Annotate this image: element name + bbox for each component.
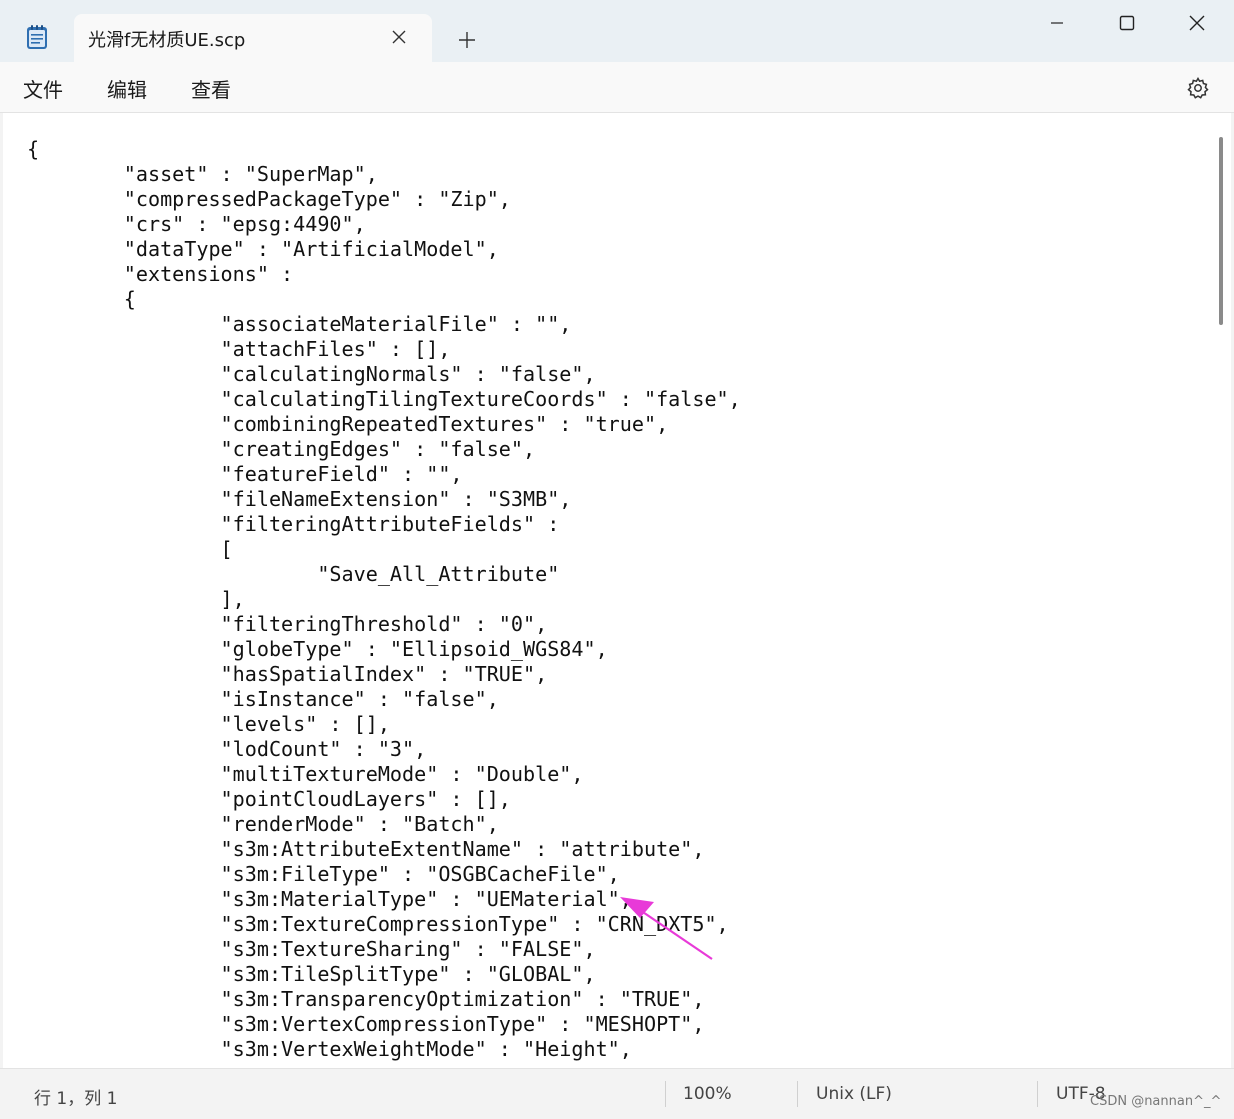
tab-file[interactable]: 光滑f无材质UE.scp: [74, 14, 432, 62]
code-line: "compressedPackageType" : "Zip",: [123, 187, 511, 211]
code-line: "Save_All_Attribute": [317, 562, 560, 586]
code-line: "fileNameExtension" : "S3MB",: [220, 487, 572, 511]
code-line: {: [123, 287, 136, 311]
title-bar: 光滑f无材质UE.scp: [0, 0, 1234, 62]
code-line: "s3m:AttributeExtentName" : "attribute",: [220, 837, 705, 861]
menu-view[interactable]: 查看: [191, 74, 231, 103]
code-line: "s3m:TextureCompressionType" : "CRN_DXT5…: [220, 912, 729, 936]
minimize-icon[interactable]: [1022, 0, 1092, 46]
window-close-icon[interactable]: [1162, 0, 1232, 46]
status-divider: [1037, 1081, 1038, 1107]
maximize-icon[interactable]: [1092, 0, 1162, 46]
code-line: "s3m:TextureSharing" : "FALSE",: [220, 937, 596, 961]
watermark: CSDN @nannan^_^: [1090, 1094, 1222, 1109]
line-ending: Unix (LF): [816, 1084, 892, 1104]
close-icon[interactable]: [386, 24, 412, 50]
code-line: "isInstance" : "false",: [220, 687, 499, 711]
zoom-level: 100%: [683, 1084, 732, 1104]
code-line: "s3m:FileType" : "OSGBCacheFile",: [220, 862, 620, 886]
text-editor[interactable]: { "asset" : "SuperMap", "compressedPacka…: [3, 113, 1231, 1068]
code-line: "associateMaterialFile" : "",: [220, 312, 572, 336]
code-line: "attachFiles" : [],: [220, 337, 451, 361]
code-line: "s3m:TransparencyOptimization" : "TRUE",: [220, 987, 705, 1011]
plus-icon[interactable]: [452, 26, 482, 54]
code-line: "renderMode" : "Batch",: [220, 812, 499, 836]
code-line: "calculatingTilingTextureCoords" : "fals…: [220, 387, 741, 411]
code-line: "lodCount" : "3",: [220, 737, 427, 761]
code-line: "asset" : "SuperMap",: [123, 162, 378, 186]
code-line: "calculatingNormals" : "false",: [220, 362, 596, 386]
code-line: "s3m:MaterialType" : "UEMaterial",: [220, 887, 632, 911]
code-line: "dataType" : "ArtificialModel",: [123, 237, 499, 261]
cursor-position: 行 1，列 1: [34, 1089, 118, 1109]
status-divider: [797, 1081, 798, 1107]
code-line: "featureField" : "",: [220, 462, 463, 486]
status-bar: 行 1，列 1 100% Unix (LF) UTF-8: [0, 1068, 1234, 1119]
code-line: "combiningRepeatedTextures" : "true",: [220, 412, 669, 436]
code-line: [: [220, 537, 233, 561]
code-line: "s3m:TileSplitType" : "GLOBAL",: [220, 962, 596, 986]
code-line: "pointCloudLayers" : [],: [220, 787, 511, 811]
code-line: "filteringAttributeFields" :: [220, 512, 560, 536]
code-line: "levels" : [],: [220, 712, 390, 736]
menu-edit[interactable]: 编辑: [107, 74, 147, 103]
gear-icon[interactable]: [1184, 74, 1212, 102]
menu-bar: 文件 编辑 查看: [0, 62, 1234, 113]
editor-content[interactable]: { "asset" : "SuperMap", "compressedPacka…: [27, 137, 741, 1062]
notepad-icon: [26, 24, 48, 50]
code-line: {: [27, 137, 40, 161]
code-line: "filteringThreshold" : "0",: [220, 612, 548, 636]
code-line: "crs" : "epsg:4490",: [123, 212, 366, 236]
code-line: "hasSpatialIndex" : "TRUE",: [220, 662, 548, 686]
code-line: "extensions" :: [123, 262, 294, 286]
status-divider: [665, 1081, 666, 1107]
vertical-scrollbar[interactable]: [1219, 137, 1223, 325]
code-line: "multiTextureMode" : "Double",: [220, 762, 584, 786]
tab-title: 光滑f无材质UE.scp: [88, 30, 246, 51]
code-line: "s3m:VertexWeightMode" : "Height",: [220, 1037, 632, 1061]
menu-file[interactable]: 文件: [23, 74, 63, 103]
code-line: "s3m:VertexCompressionType" : "MESHOPT",: [220, 1012, 705, 1036]
code-line: "globeType" : "Ellipsoid_WGS84",: [220, 637, 608, 661]
code-line: ],: [220, 587, 245, 611]
code-line: "creatingEdges" : "false",: [220, 437, 536, 461]
